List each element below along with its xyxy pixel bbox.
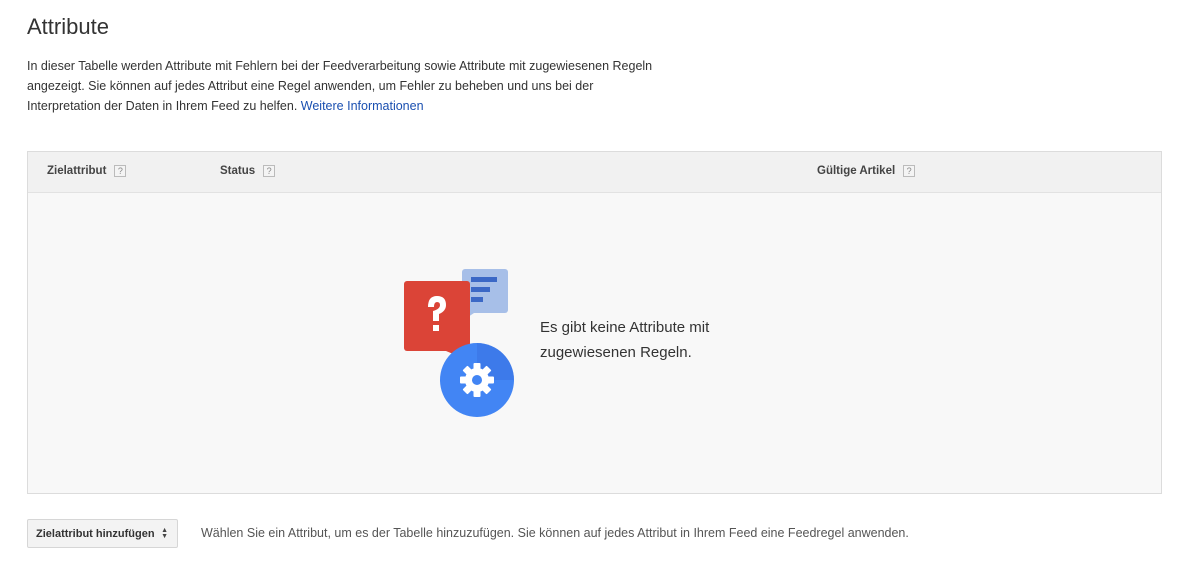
empty-state-message: Es gibt keine Attribute mit zugewiesenen… (540, 315, 709, 365)
help-icon[interactable]: ? (114, 165, 127, 177)
empty-state-line: Es gibt keine Attribute mit (540, 319, 710, 336)
column-label: Gültige Artikel (817, 165, 896, 177)
column-header-status: Status ? (220, 165, 276, 177)
column-header-zielattribut: Zielattribut ? (47, 165, 127, 177)
add-button-label: Zielattribut hinzufügen (36, 527, 155, 540)
more-info-link[interactable]: Weitere Informationen (301, 99, 424, 113)
column-label: Zielattribut (47, 165, 107, 177)
page-title: Attribute (27, 14, 109, 39)
sort-arrows-icon: ▲ ▼ (161, 527, 168, 540)
help-icon[interactable]: ? (263, 165, 276, 177)
add-attribute-hint: Wählen Sie ein Attribut, um es der Tabel… (201, 526, 909, 540)
gear-icon (440, 343, 514, 417)
empty-state-illustration (404, 269, 514, 417)
column-header-gueltige-artikel: Gültige Artikel ? (817, 165, 916, 177)
column-label: Status (220, 165, 256, 177)
help-icon[interactable]: ? (903, 165, 916, 177)
table-header: Zielattribut ? Status ? Gültige Artikel … (28, 152, 1161, 193)
page-description: In dieser Tabelle werden Attribute mit F… (27, 56, 667, 116)
add-target-attribute-button[interactable]: Zielattribut hinzufügen ▲ ▼ (27, 519, 178, 548)
attributes-table: Zielattribut ? Status ? Gültige Artikel … (27, 151, 1162, 494)
empty-state-line: zugewiesenen Regeln. (540, 344, 692, 361)
